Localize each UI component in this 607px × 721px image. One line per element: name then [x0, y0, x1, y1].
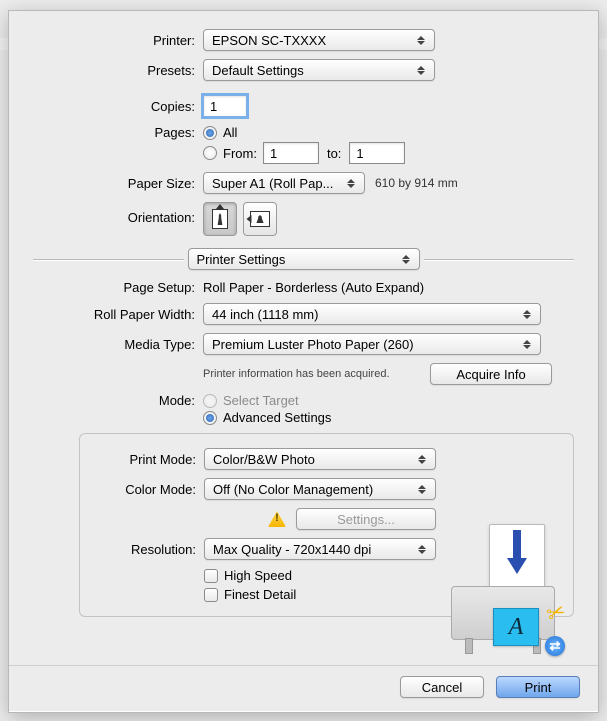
printer-illustration: A ✂ ⇄ — [443, 524, 563, 654]
mode-select-target-label: Select Target — [223, 393, 299, 408]
pages-from-label: From: — [223, 146, 257, 161]
pages-to-label: to: — [327, 146, 341, 161]
mode-advanced-label: Advanced Settings — [223, 410, 331, 425]
paper-size-select[interactable]: Super A1 (Roll Pap... — [203, 172, 365, 194]
print-mode-value: Color/B&W Photo — [213, 452, 315, 467]
printer-info-text: Printer information has been acquired. — [203, 368, 390, 380]
color-mode-select[interactable]: Off (No Color Management) — [204, 478, 436, 500]
sync-badge-icon: ⇄ — [545, 636, 565, 656]
print-mode-label: Print Mode: — [92, 452, 204, 467]
media-type-label: Media Type: — [33, 337, 203, 352]
finest-detail-checkbox[interactable] — [204, 588, 218, 602]
illustration-letter: A — [494, 609, 538, 645]
paper-size-dimensions: 610 by 914 mm — [375, 176, 458, 190]
high-speed-checkbox[interactable] — [204, 569, 218, 583]
page-setup-value: Roll Paper - Borderless (Auto Expand) — [203, 280, 424, 295]
copies-input[interactable] — [203, 95, 247, 117]
updown-icon — [346, 179, 356, 188]
updown-icon — [416, 66, 426, 75]
high-speed-label: High Speed — [224, 568, 292, 583]
mode-select-target-radio — [203, 394, 217, 408]
updown-icon — [417, 455, 427, 464]
print-button[interactable]: Print — [496, 676, 580, 698]
roll-paper-width-select[interactable]: 44 inch (1118 mm) — [203, 303, 541, 325]
portrait-icon — [212, 209, 228, 229]
dialog-footer: Cancel Print — [9, 665, 598, 712]
pages-to-input[interactable] — [349, 142, 405, 164]
color-mode-value: Off (No Color Management) — [213, 482, 373, 497]
updown-icon — [522, 310, 532, 319]
page-setup-label: Page Setup: — [33, 280, 203, 295]
roll-paper-width-value: 44 inch (1118 mm) — [212, 307, 318, 322]
updown-icon — [522, 340, 532, 349]
pages-from-input[interactable] — [263, 142, 319, 164]
orientation-label: Orientation: — [33, 202, 203, 225]
landscape-icon — [250, 211, 270, 227]
copies-label: Copies: — [33, 99, 203, 114]
updown-icon — [401, 255, 411, 264]
advanced-settings-group: Print Mode: Color/B&W Photo Color Mode: … — [79, 433, 574, 617]
pages-all-label: All — [223, 125, 237, 140]
acquire-info-button[interactable]: Acquire Info — [430, 363, 552, 385]
media-type-select[interactable]: Premium Luster Photo Paper (260) — [203, 333, 541, 355]
resolution-select[interactable]: Max Quality - 720x1440 dpi — [204, 538, 436, 560]
roll-paper-width-label: Roll Paper Width: — [33, 307, 203, 322]
color-settings-button[interactable]: Settings... — [296, 508, 436, 530]
print-mode-select[interactable]: Color/B&W Photo — [204, 448, 436, 470]
pages-label: Pages: — [33, 125, 203, 140]
resolution-value: Max Quality - 720x1440 dpi — [213, 542, 371, 557]
paper-size-label: Paper Size: — [33, 176, 203, 191]
paper-size-value: Super A1 (Roll Pap... — [212, 176, 333, 191]
pages-all-radio[interactable] — [203, 126, 217, 140]
printer-label: Printer: — [33, 33, 203, 48]
presets-select[interactable]: Default Settings — [203, 59, 435, 81]
updown-icon — [417, 545, 427, 554]
warning-icon — [268, 511, 286, 527]
mode-advanced-radio[interactable] — [203, 411, 217, 425]
resolution-label: Resolution: — [92, 542, 204, 557]
cancel-button[interactable]: Cancel — [400, 676, 484, 698]
presets-select-value: Default Settings — [212, 63, 304, 78]
divider — [424, 259, 575, 260]
color-mode-label: Color Mode: — [92, 482, 204, 497]
print-dialog: Printer: EPSON SC-TXXXX Presets: Default… — [8, 10, 599, 713]
orientation-landscape-button[interactable] — [243, 202, 277, 236]
section-select-value: Printer Settings — [197, 252, 286, 267]
mode-label: Mode: — [33, 393, 203, 408]
finest-detail-label: Finest Detail — [224, 587, 296, 602]
updown-icon — [417, 485, 427, 494]
orientation-portrait-button[interactable] — [203, 202, 237, 236]
pages-range-radio[interactable] — [203, 146, 217, 160]
presets-label: Presets: — [33, 63, 203, 78]
divider — [33, 259, 184, 260]
printer-select-value: EPSON SC-TXXXX — [212, 33, 326, 48]
section-select[interactable]: Printer Settings — [188, 248, 420, 270]
updown-icon — [416, 36, 426, 45]
printer-select[interactable]: EPSON SC-TXXXX — [203, 29, 435, 51]
media-type-value: Premium Luster Photo Paper (260) — [212, 337, 414, 352]
